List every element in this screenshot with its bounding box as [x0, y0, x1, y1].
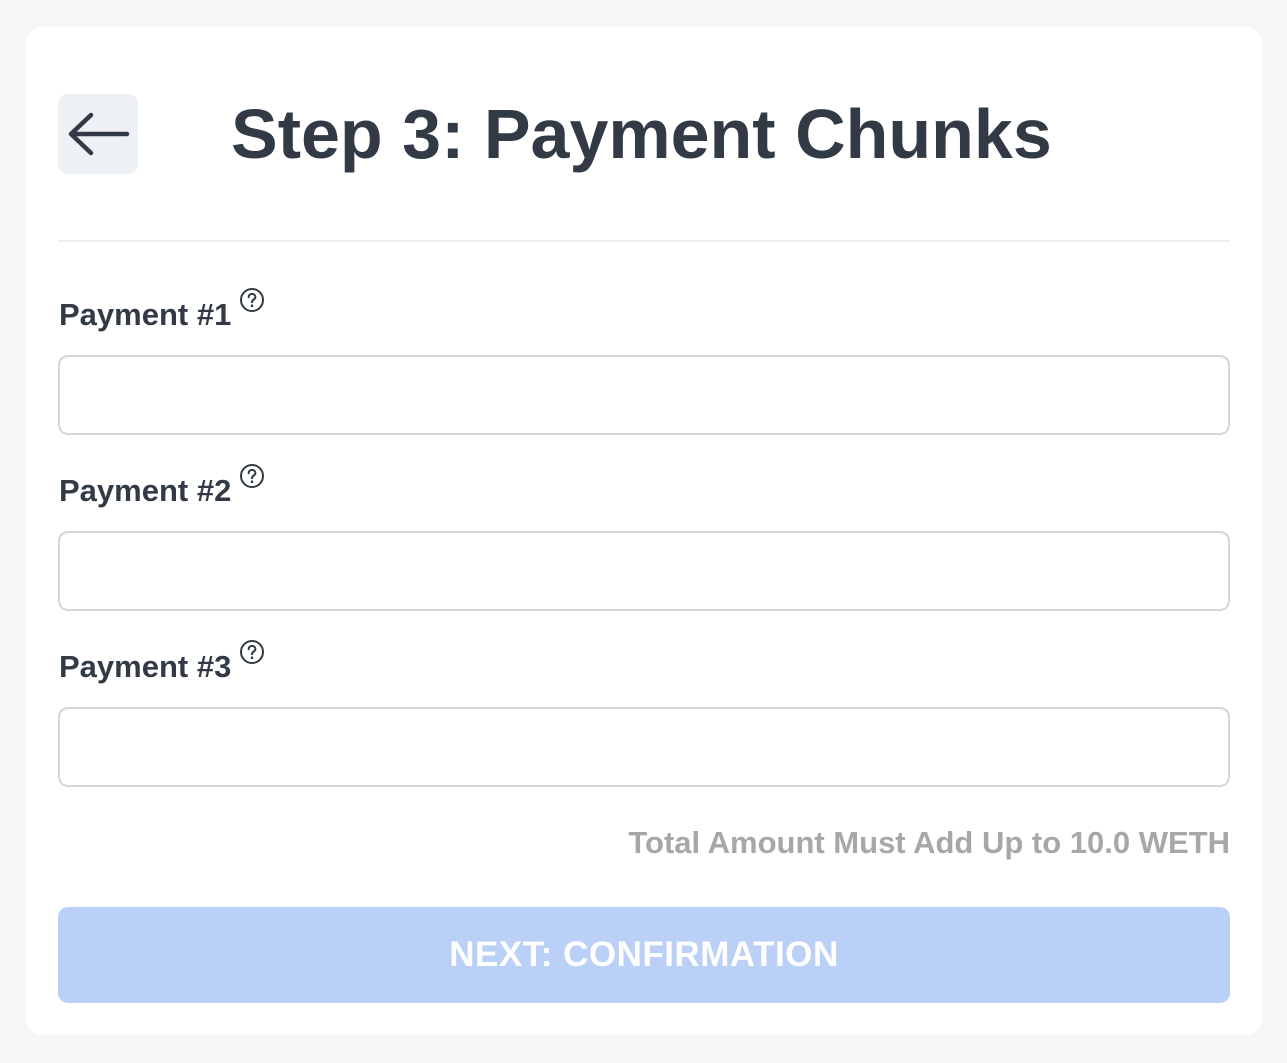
payment-3-label: Payment #3	[59, 640, 265, 687]
payment-3-label-text: Payment #3	[59, 649, 232, 684]
next-confirmation-button[interactable]: NEXT: CONFIRMATION	[58, 907, 1230, 1003]
payment-2-input[interactable]	[58, 531, 1230, 611]
header: Step 3: Payment Chunks	[58, 94, 1230, 174]
payment-1-input[interactable]	[58, 355, 1230, 435]
payment-1-label-text: Payment #1	[59, 297, 232, 332]
question-circle-icon[interactable]	[239, 639, 265, 665]
back-button[interactable]	[58, 94, 138, 174]
payment-2-label-text: Payment #2	[59, 473, 232, 508]
payment-2-label: Payment #2	[59, 464, 265, 511]
page-title: Step 3: Payment Chunks	[231, 95, 1052, 173]
question-circle-icon[interactable]	[239, 463, 265, 489]
payment-3-input[interactable]	[58, 707, 1230, 787]
payment-chunks-card: Step 3: Payment Chunks Payment #1 Paymen…	[26, 27, 1262, 1035]
arrow-left-icon	[68, 112, 130, 156]
divider	[58, 240, 1230, 242]
total-amount-note: Total Amount Must Add Up to 10.0 WETH	[628, 825, 1230, 860]
question-circle-icon[interactable]	[239, 287, 265, 313]
payment-1-label: Payment #1	[59, 288, 265, 335]
